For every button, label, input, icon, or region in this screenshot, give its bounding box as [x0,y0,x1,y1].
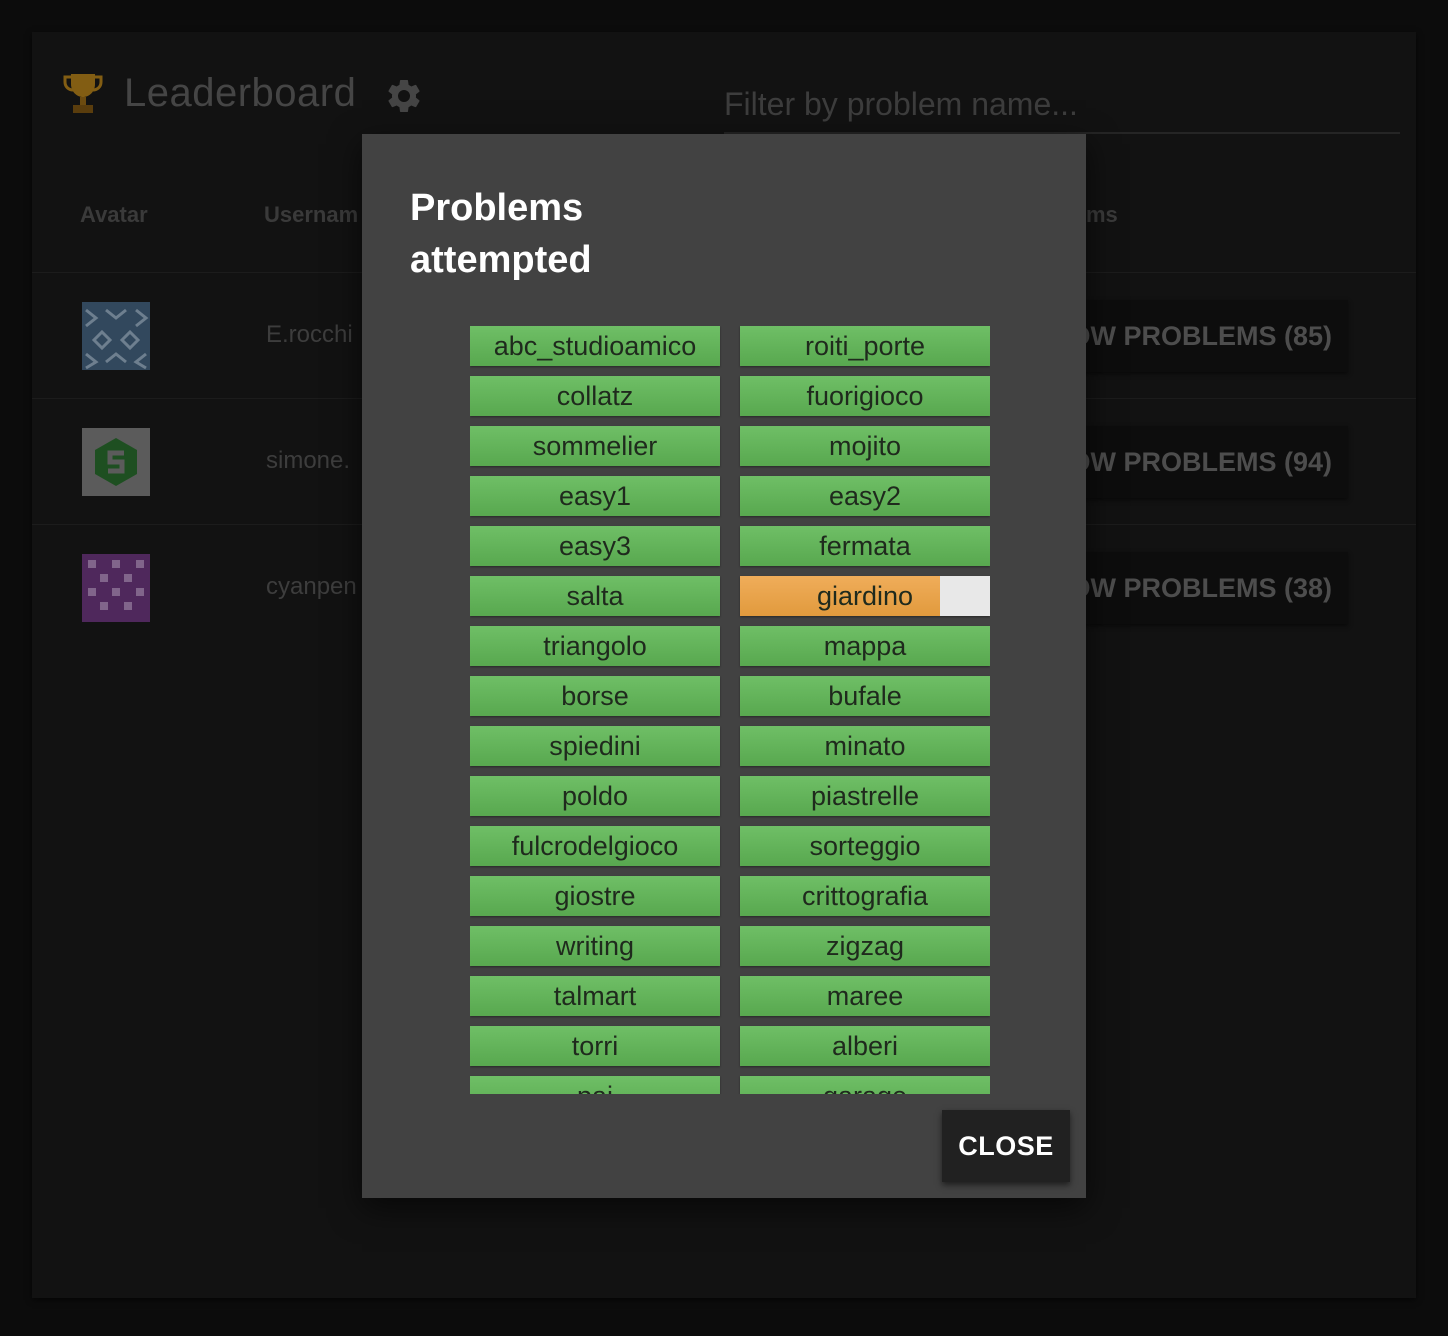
problem-name: mappa [823,630,907,661]
problem-name: easy3 [558,530,632,561]
problem-chip[interactable]: fermata [740,526,990,566]
problem-chip[interactable]: easy1 [470,476,720,516]
problem-chip[interactable]: abc_studioamico [470,326,720,366]
problem-chip[interactable]: collatz [470,376,720,416]
problem-chip[interactable]: poldo [470,776,720,816]
problem-name: salta [566,580,624,611]
problem-name: minato [824,730,906,761]
problem-name: fermata [819,530,911,561]
problem-name: pai [470,1076,720,1095]
close-button[interactable]: CLOSE [942,1110,1070,1182]
problem-chip[interactable]: easy3 [470,526,720,566]
problem-name: roiti_porte [804,330,926,361]
problem-chip[interactable]: pai [470,1076,720,1094]
problem-name: fulcrodelgioco [511,830,679,861]
problem-chip[interactable]: easy2 [740,476,990,516]
problem-name: fuorigioco [806,380,924,411]
problem-chip[interactable]: writing [470,926,720,966]
problem-chip[interactable]: fuorigioco [740,376,990,416]
problem-name: abc_studioamico [493,330,697,361]
problem-name: bufale [828,680,902,711]
problem-chip[interactable]: salta [470,576,720,616]
problem-name: collatz [556,380,634,411]
problem-name: borse [561,680,629,711]
dialog-title: Problems attempted [410,187,592,281]
problem-chip[interactable]: sorteggio [740,826,990,866]
problem-chip[interactable]: crittografia [740,876,990,916]
problem-chip[interactable]: spiedini [470,726,720,766]
problem-chip[interactable]: torri [470,1026,720,1066]
problem-name: spiedini [549,730,641,761]
problem-chip[interactable]: alberi [740,1026,990,1066]
problem-name: poldo [561,780,629,811]
problem-list[interactable]: abc_studioamico roiti_portecollatz fuorigi… [470,326,990,1094]
problem-chip[interactable]: roiti_porte [740,326,990,366]
problem-name: mojito [828,430,902,461]
problem-chip[interactable]: bufale [740,676,990,716]
problem-name: sommelier [532,430,658,461]
problem-name: talmart [553,980,637,1011]
problem-name: torri [571,1030,619,1061]
problem-chip[interactable]: giostre [470,876,720,916]
problem-chip[interactable]: garage [740,1076,990,1094]
problem-chip[interactable]: sommelier [470,426,720,466]
problem-name: garage [740,1076,990,1095]
problem-name: zigzag [825,930,905,961]
problem-name: sorteggio [809,830,921,861]
problem-name: crittografia [801,880,929,911]
problem-name: maree [826,980,904,1011]
problem-name: giardino [816,580,914,611]
problem-name: alberi [831,1030,899,1061]
problem-chip[interactable]: talmart [470,976,720,1016]
problem-chip[interactable]: mojito [740,426,990,466]
problem-grid: abc_studioamico roiti_portecollatz fuorigi… [470,326,990,1094]
problem-name: writing [555,930,635,961]
problem-name: easy1 [558,480,632,511]
problem-chip[interactable]: giardino [740,576,990,616]
problem-chip[interactable]: triangolo [470,626,720,666]
problem-name: triangolo [543,630,647,661]
problem-name: piastrelle [810,780,920,811]
problem-chip[interactable]: fulcrodelgioco [470,826,720,866]
problem-chip[interactable]: piastrelle [740,776,990,816]
problem-chip[interactable]: borse [470,676,720,716]
problem-chip[interactable]: minato [740,726,990,766]
problem-chip[interactable]: mappa [740,626,990,666]
problem-chip[interactable]: maree [740,976,990,1016]
problem-name: giostre [554,880,636,911]
problem-chip[interactable]: zigzag [740,926,990,966]
problem-name: easy2 [828,480,902,511]
problems-dialog: Problems attempted abc_studioamico roiti_… [362,134,1086,1198]
